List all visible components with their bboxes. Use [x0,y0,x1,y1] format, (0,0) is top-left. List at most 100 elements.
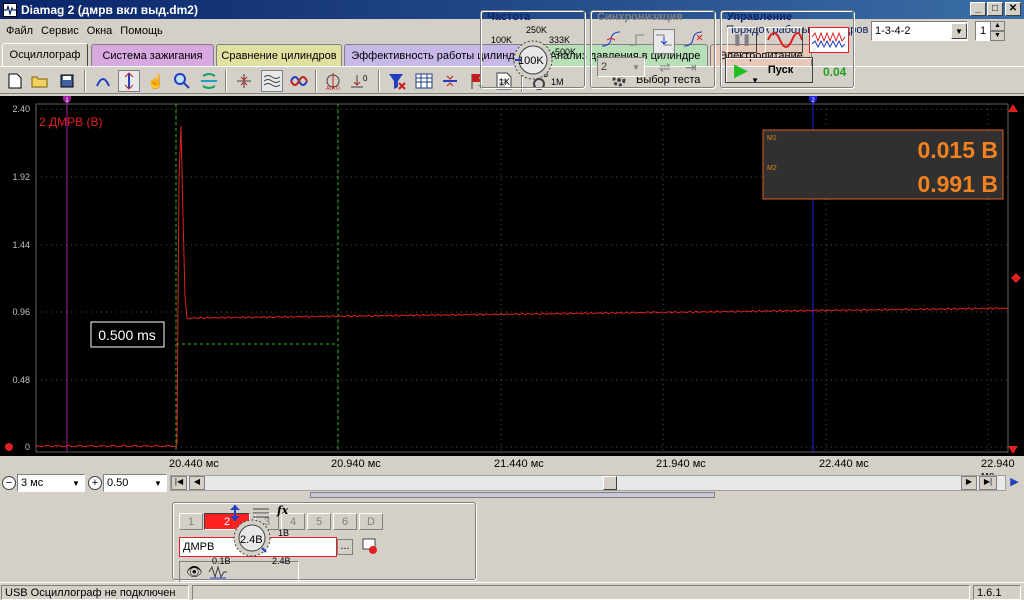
channel-button-1[interactable]: 1 [179,513,203,530]
top-limit-marker[interactable] [1008,104,1018,112]
channel-button-5[interactable]: 5 [307,513,331,530]
frequency-group: Частота 100K 250K 333K 100K 500K 1K 1M [480,10,585,88]
open-folder-icon[interactable] [29,70,51,92]
y-tick: 0 [25,442,30,452]
new-file-icon[interactable] [4,70,26,92]
save-icon[interactable] [56,70,78,92]
sync-falling-step-icon[interactable] [653,29,675,54]
single-wave-button[interactable] [765,27,803,53]
spin-down-icon[interactable]: ▼ [990,31,1005,41]
scope-canvas[interactable]: 2.40 1.92 1.44 0.96 0.48 0 1 2 0.500 ms … [0,96,1024,456]
split-view-icon[interactable] [439,70,461,92]
play-direction-icon[interactable]: ▶ [1007,475,1022,491]
spinner-arrows[interactable]: ▲ ▼ [990,21,1005,41]
zoom-out-icon[interactable]: − [2,476,16,490]
scroll-start-icon[interactable]: |◀ [171,476,187,490]
channel-button-d[interactable]: D [359,513,383,530]
m1-value: 0.015 В [917,137,998,163]
sync-channel-select[interactable]: 2 ▼ [597,57,645,77]
x-tick: 22.440 мс [819,458,869,470]
cylinder-order-value: 1-3-4-2 [875,25,911,37]
scroll-end-icon[interactable]: ▶| [979,476,997,490]
filter-wave-icon[interactable] [261,70,283,92]
timebase-select[interactable]: 3 мс ▼ [17,474,85,492]
autoscale-icon[interactable] [198,70,220,92]
scroll-thumb[interactable] [603,476,617,490]
start-button[interactable]: ▶ Пуск [725,57,813,83]
sync-auto-icon[interactable] [683,31,703,52]
math-function-icon[interactable]: fx [277,504,288,517]
menu-service[interactable]: Сервис [41,25,79,37]
time-scrollbar[interactable]: |◀ ◀ ▶ ▶| [170,475,1006,491]
sync-level-icon[interactable]: ⇌ [659,59,671,76]
knob-min-label: 0.1В [212,556,231,566]
y-tick: 1.92 [12,172,30,182]
spin-up-icon[interactable]: ▲ [990,21,1005,31]
auto-trigger-icon[interactable]: AUTO [322,70,344,92]
menu-help[interactable]: Помощь [120,25,163,37]
grid-table-icon[interactable] [413,70,435,92]
freq-label-500k: 500K [555,47,577,57]
close-button[interactable]: ✕ [1005,2,1021,16]
zoom-in-icon[interactable]: + [88,476,102,490]
filter-funnel-icon[interactable] [386,70,408,92]
scale-value: 0.50 [107,477,129,489]
sync-rising-edge-icon[interactable] [601,31,621,52]
freq-label-333k: 333K [549,35,571,45]
cursor-trigger-icon[interactable] [92,70,114,92]
sync-title: Синхронизация [597,11,683,23]
scale-select[interactable]: 0.50 ▼ [103,474,167,492]
sensor-config-icon[interactable] [361,537,379,555]
trigger-level-marker[interactable] [1011,273,1021,283]
sync-channel-value: 2 [601,61,608,73]
sync-group: Синхронизация 2 ▼ ⇌ ⇥ [590,10,715,88]
compress-icon[interactable] [233,70,255,92]
menu-windows[interactable]: Окна [87,25,113,37]
sync-shift-icon[interactable]: ⇥ [685,59,697,76]
control-group: Управление ❚❚ ▶ Пуск 0.04 [720,10,854,88]
panel-splitter[interactable] [310,492,715,498]
menu-file[interactable]: Файл [6,25,33,37]
pause-button[interactable]: ❚❚ [727,27,757,53]
continuous-wave-button[interactable] [809,27,849,53]
m2-value: 0.991 В [917,171,998,197]
scroll-left-icon[interactable]: ◀ [189,476,205,490]
zoom-icon[interactable] [171,70,193,92]
zero-offset-icon[interactable]: 0 [348,70,370,92]
chevron-down-icon: ▼ [628,59,644,75]
hand-pan-icon[interactable]: ☝ [145,70,167,92]
channel-button-6[interactable]: 6 [333,513,357,530]
minimize-button[interactable]: _ [970,2,986,16]
tab-oscilloscope[interactable]: Осциллограф [2,43,88,66]
overlay-wave-icon[interactable] [288,70,310,92]
zero-level-marker[interactable] [5,443,13,451]
version-label: 1.6.1 [973,585,1021,600]
y-tick: 2.40 [12,104,30,114]
tab-cylinder-compare[interactable]: Сравнение цилиндров [216,44,342,66]
scroll-right-icon[interactable]: ▶ [961,476,977,490]
tab-ignition[interactable]: Система зажигания [91,44,214,66]
cylinder-order-select[interactable]: 1-3-4-2 ▼ [871,21,968,41]
timebase-value: 3 мс [21,477,44,489]
restore-button[interactable]: □ [987,2,1003,16]
knob-max-label: 2.4В [272,556,291,566]
svg-text:0: 0 [363,74,368,83]
eye-icon[interactable]: 👁 [186,564,203,580]
sine-wave-icon [767,32,803,48]
status-bar: USB Осциллограф не подключен 1.6.1 [0,582,1024,600]
vertical-measure-icon[interactable] [118,70,140,92]
time-axis: 20.440 мс 20.940 мс 21.440 мс 21.940 мс … [0,456,1024,482]
sync-step-icon[interactable] [629,31,647,52]
oscilloscope-display[interactable]: 2.40 1.92 1.44 0.96 0.48 0 1 2 0.500 ms … [0,96,1024,456]
sensor-name-value: ДМРВ [183,541,215,553]
freq-label-100k: 100K [491,35,513,45]
bottom-limit-marker[interactable] [1008,446,1018,454]
control-title: Управление [727,11,793,23]
x-tick: 21.440 мс [494,458,544,470]
sensor-browse-button[interactable]: ... [337,539,353,555]
signal-filter-icon[interactable] [208,563,228,584]
cylinder-count-value: 1 [980,25,987,37]
control-panel: 1 2 3 4 5 6 D ДМРВ ... 👁 fx 2.4В 0.1В 1В… [0,492,1024,584]
interval-label: 0.500 ms [98,327,156,343]
x-tick: 21.940 мс [656,458,706,470]
